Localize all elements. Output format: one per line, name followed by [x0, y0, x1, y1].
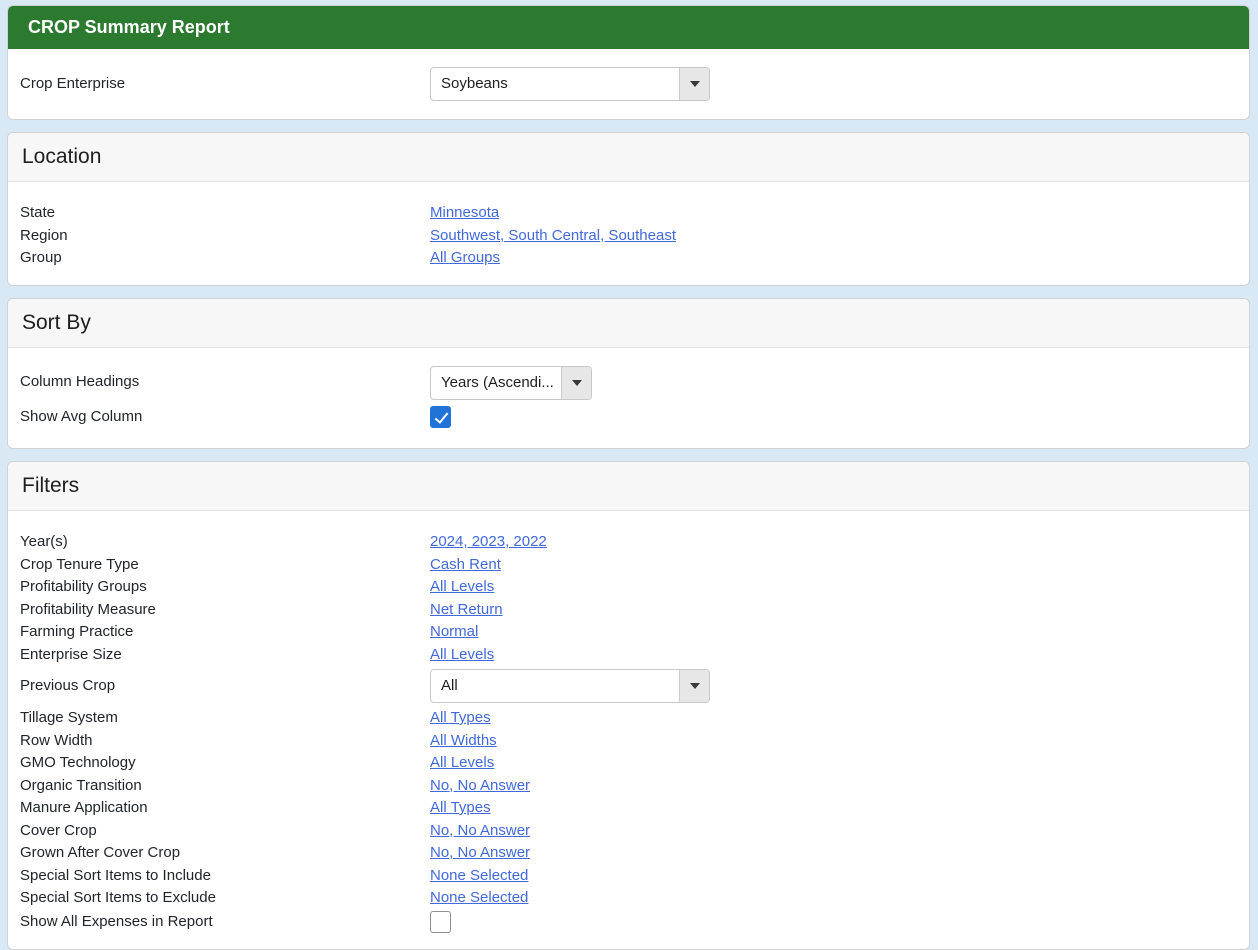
caret-down-icon: [689, 81, 700, 87]
special-sort-include-row: Special Sort Items to Include None Selec…: [20, 865, 1237, 888]
location-section-title: Location: [8, 133, 1249, 182]
special-sort-include-link[interactable]: None Selected: [430, 865, 528, 888]
show-all-expenses-row: Show All Expenses in Report: [20, 910, 1237, 934]
gmo-technology-row: GMO Technology All Levels: [20, 752, 1237, 775]
state-row: State Minnesota: [20, 202, 1237, 225]
column-headings-dropdown[interactable]: Years (Ascendi...: [430, 365, 592, 400]
crop-enterprise-label: Crop Enterprise: [20, 74, 126, 92]
region-label: Region: [20, 226, 68, 244]
sort-by-panel: Sort By Column Headings Years (Ascendi..…: [7, 297, 1250, 449]
location-panel: Location State Minnesota Region Southwes…: [7, 132, 1250, 286]
grown-after-cover-crop-label: Grown After Cover Crop: [20, 844, 181, 861]
cover-crop-link[interactable]: No, No Answer: [430, 820, 530, 843]
special-sort-exclude-link[interactable]: None Selected: [430, 887, 528, 910]
profitability-measure-row: Profitability Measure Net Return: [20, 599, 1237, 622]
crop-tenure-type-row: Crop Tenure Type Cash Rent: [20, 554, 1237, 577]
column-headings-row: Column Headings Years (Ascendi...: [20, 365, 1237, 400]
group-label: Group: [20, 249, 62, 266]
tillage-system-label: Tillage System: [20, 709, 118, 726]
cover-crop-row: Cover Crop No, No Answer: [20, 820, 1237, 843]
tillage-system-link[interactable]: All Types: [430, 707, 491, 730]
manure-application-row: Manure Application All Types: [20, 797, 1237, 820]
cover-crop-label: Cover Crop: [20, 821, 97, 839]
state-link[interactable]: Minnesota: [430, 202, 499, 225]
years-row: Year(s) 2024, 2023, 2022: [20, 531, 1237, 554]
crop-enterprise-dropdown[interactable]: Soybeans: [430, 67, 710, 101]
state-label: State: [20, 204, 56, 221]
organic-transition-link[interactable]: No, No Answer: [430, 775, 530, 798]
dropdown-arrow-icon[interactable]: [679, 670, 709, 702]
gmo-technology-label: GMO Technology: [20, 754, 136, 771]
sort-by-section-title: Sort By: [8, 298, 1249, 348]
profitability-measure-link[interactable]: Net Return: [430, 599, 503, 622]
years-label: Year(s): [20, 533, 68, 550]
special-sort-include-label: Special Sort Items to Include: [20, 866, 211, 884]
row-width-label: Row Width: [20, 731, 93, 749]
manure-application-label: Manure Application: [20, 799, 148, 816]
farming-practice-link[interactable]: Normal: [430, 621, 478, 644]
previous-crop-row: Previous Crop All: [20, 669, 1237, 703]
organic-transition-row: Organic Transition No, No Answer: [20, 775, 1237, 798]
enterprise-size-row: Enterprise Size All Levels: [20, 644, 1237, 667]
page: CROP Summary Report Crop Enterprise Soyb…: [0, 0, 1258, 950]
enterprise-size-link[interactable]: All Levels: [430, 644, 494, 667]
caret-down-icon: [571, 379, 582, 386]
region-row: Region Southwest, South Central, Southea…: [20, 225, 1237, 248]
show-all-expenses-checkbox[interactable]: [430, 910, 451, 933]
dropdown-arrow-icon[interactable]: [679, 68, 709, 100]
crop-enterprise-value: Soybeans: [441, 75, 508, 92]
special-sort-exclude-row: Special Sort Items to Exclude None Selec…: [20, 887, 1237, 910]
row-width-row: Row Width All Widths: [20, 730, 1237, 753]
gmo-technology-link[interactable]: All Levels: [430, 752, 494, 775]
crop-tenure-type-label: Crop Tenure Type: [20, 555, 139, 573]
filters-section-title: Filters: [8, 462, 1249, 511]
report-panel: CROP Summary Report Crop Enterprise Soyb…: [7, 5, 1250, 120]
previous-crop-value: All: [441, 677, 458, 694]
manure-application-link[interactable]: All Types: [430, 797, 491, 820]
organic-transition-label: Organic Transition: [20, 776, 142, 794]
profitability-groups-row: Profitability Groups All Levels: [20, 576, 1237, 599]
group-link[interactable]: All Groups: [430, 247, 500, 270]
previous-crop-dropdown[interactable]: All: [430, 669, 710, 703]
previous-crop-label: Previous Crop: [20, 676, 116, 694]
tillage-system-row: Tillage System All Types: [20, 707, 1237, 730]
group-row: Group All Groups: [20, 247, 1237, 270]
profitability-groups-link[interactable]: All Levels: [430, 576, 494, 599]
show-avg-label: Show Avg Column: [20, 407, 143, 425]
page-title: CROP Summary Report: [8, 6, 1249, 49]
column-headings-label: Column Headings: [20, 373, 140, 391]
row-width-link[interactable]: All Widths: [430, 730, 497, 753]
profitability-measure-label: Profitability Measure: [20, 600, 156, 618]
caret-down-icon: [689, 683, 700, 689]
crop-tenure-type-link[interactable]: Cash Rent: [430, 554, 501, 577]
show-avg-checkbox[interactable]: [430, 405, 451, 428]
column-headings-value: Years (Ascendi...: [441, 373, 554, 391]
years-link[interactable]: 2024, 2023, 2022: [430, 531, 547, 554]
dropdown-arrow-icon[interactable]: [561, 366, 591, 399]
grown-after-cover-crop-link[interactable]: No, No Answer: [430, 842, 530, 865]
enterprise-size-label: Enterprise Size: [20, 645, 122, 663]
grown-after-cover-crop-row: Grown After Cover Crop No, No Answer: [20, 842, 1237, 865]
region-link[interactable]: Southwest, South Central, Southeast: [430, 225, 676, 248]
farming-practice-row: Farming Practice Normal: [20, 621, 1237, 644]
filters-panel: Filters Year(s) 2024, 2023, 2022 Crop Te…: [7, 461, 1250, 950]
profitability-groups-label: Profitability Groups: [20, 578, 147, 595]
special-sort-exclude-label: Special Sort Items to Exclude: [20, 889, 216, 906]
show-all-expenses-label: Show All Expenses in Report: [20, 912, 213, 930]
farming-practice-label: Farming Practice: [20, 623, 134, 640]
show-avg-row: Show Avg Column: [20, 405, 1237, 429]
